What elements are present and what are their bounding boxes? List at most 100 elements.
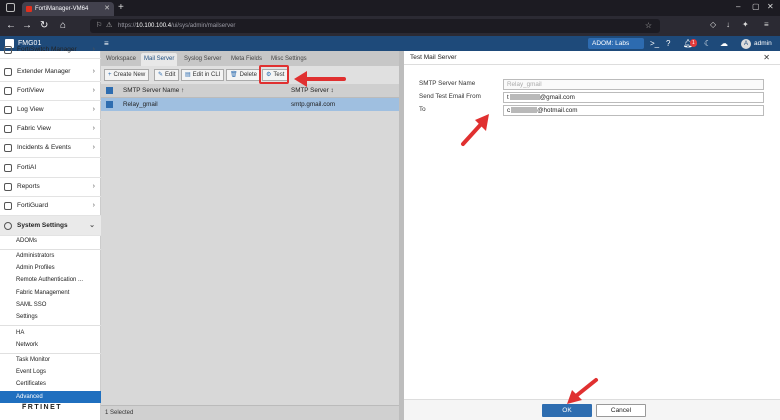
forward-icon[interactable]: →	[22, 19, 32, 33]
delete-button[interactable]: 🗑︎ Delete	[226, 69, 261, 81]
url-text: https://10.100.100.4/ui/sys/admin/mailse…	[118, 23, 236, 29]
column-smtp-server-name[interactable]: SMTP Server Name ↑	[123, 84, 184, 98]
log-view-icon	[4, 106, 12, 114]
sidebar-item-label: Fabric View	[17, 125, 51, 132]
sort-icon: ↕	[330, 87, 334, 94]
sidebar-item-fortiai[interactable]: FortiAI	[0, 158, 101, 178]
sidebar-subitem-ha[interactable]: HA	[0, 327, 101, 339]
plus-icon: +	[108, 72, 112, 78]
cancel-button[interactable]: Cancel	[596, 404, 646, 417]
help-icon[interactable]: ?	[666, 36, 670, 51]
browser-tabs-icon[interactable]	[6, 3, 15, 12]
bookmark-star-icon[interactable]: ☆	[645, 19, 652, 33]
fortinet-logo: F̅RTINET	[22, 404, 63, 411]
pocket-icon[interactable]: ◇	[710, 20, 716, 29]
tab-meta-fields[interactable]: Meta Fields	[228, 53, 265, 66]
sidebar-subitem-administrators[interactable]: Administrators	[0, 250, 101, 262]
minimize-icon[interactable]: –	[736, 2, 740, 11]
home-icon[interactable]: ⌂	[60, 19, 66, 33]
tab-mail-server[interactable]: Mail Server	[141, 53, 178, 66]
chevron-right-icon: ›	[92, 68, 95, 75]
extensions-icon[interactable]: ✦	[742, 20, 749, 29]
trash-icon: 🗑︎	[230, 72, 238, 78]
edit-button[interactable]: ✎ Edit	[154, 69, 180, 81]
cli-icon: ▤	[185, 72, 191, 78]
browser-tab-title: FortiManager-VM64	[35, 6, 89, 12]
sidebar-subitem-event-logs[interactable]: Event Logs	[0, 366, 101, 378]
cli-console-icon[interactable]: >_	[650, 36, 659, 51]
sidebar-item-fabric-view[interactable]: Fabric View ›	[0, 119, 101, 139]
row-checkbox[interactable]	[106, 101, 113, 108]
sidebar-item-label: Log View	[17, 106, 44, 113]
redacted-text	[509, 94, 540, 101]
forticloud-icon[interactable]: ☁	[720, 36, 728, 51]
edit-in-cli-button[interactable]: ▤ Edit in CLI	[181, 69, 225, 81]
sidebar-subitem-network[interactable]: Network	[0, 339, 101, 351]
browser-tab[interactable]: FortiManager-VM64 ✕	[22, 2, 114, 16]
sidebar-item-fortiswitch-manager[interactable]: FortiSwitch Manager ›	[0, 45, 101, 59]
sidebar-subitem-settings[interactable]: Settings	[0, 311, 101, 323]
sidebar-item-incidents-events[interactable]: Incidents & Events ›	[0, 138, 101, 158]
table-row[interactable]: Relay_gmail smtp.gmail.com	[101, 98, 401, 111]
sidebar-item-fortiview[interactable]: FortiView ›	[0, 81, 101, 101]
app-header: FMG01 ≡ ADOM: Labs >_ ? 🔔︎ 1 ☾ ☁ A admin	[0, 36, 780, 51]
adom-selector[interactable]: ADOM: Labs	[588, 38, 644, 49]
window-close-icon[interactable]: ✕	[767, 2, 774, 11]
sidebar-item-extender-manager[interactable]: Extender Manager ›	[0, 62, 101, 82]
dialog-title-text: Test Mail Server	[410, 54, 457, 61]
reports-icon	[4, 183, 12, 191]
settings-tab-bar: Workspace Mail Server Syslog Server Meta…	[101, 51, 401, 66]
create-new-button[interactable]: + Create New	[104, 69, 150, 81]
sort-ascending-icon: ↑	[180, 87, 185, 94]
sidebar-subitem-task-monitor[interactable]: Task Monitor	[0, 354, 101, 366]
lock-warning-icon[interactable]: ⚠	[106, 19, 112, 33]
to-email-field[interactable]: c @hotmail.com	[503, 105, 764, 116]
to-label: To	[419, 106, 426, 113]
user-menu[interactable]: admin	[754, 36, 772, 51]
sidebar-item-label: Incidents & Events	[17, 144, 71, 151]
sidebar-subitem-adoms[interactable]: ADOMs	[0, 235, 101, 247]
test-mail-server-dialog: Test Mail Server ✕ SMTP Server Name Rela…	[404, 51, 780, 420]
theme-icon[interactable]: ☾	[704, 36, 711, 51]
column-label: SMTP Server	[291, 87, 329, 94]
delete-label: Delete	[239, 72, 257, 78]
dialog-title: Test Mail Server ✕	[404, 51, 780, 65]
user-avatar[interactable]: A	[741, 39, 751, 49]
sidebar-subitem-advanced[interactable]: Advanced	[0, 391, 101, 403]
back-icon[interactable]: ←	[6, 19, 16, 33]
tracking-protection-icon[interactable]: ⚐	[96, 19, 102, 33]
send-from-email-field[interactable]: t @gmail.com	[503, 92, 764, 103]
close-icon[interactable]: ✕	[763, 51, 770, 65]
selection-status: 1 Selected	[101, 405, 401, 420]
mail-server-panel: Workspace Mail Server Syslog Server Meta…	[101, 51, 401, 420]
smtp-server-name-label: SMTP Server Name	[419, 80, 476, 87]
edit-icon: ✎	[158, 72, 164, 78]
ok-button[interactable]: OK	[542, 404, 592, 417]
sidebar-item-log-view[interactable]: Log View ›	[0, 100, 101, 120]
downloads-icon[interactable]: ↓	[726, 20, 730, 29]
reload-icon[interactable]: ↻	[40, 19, 48, 33]
edit-in-cli-label: Edit in CLI	[192, 72, 221, 78]
email-start-text: t	[507, 94, 509, 101]
cell-smtp-server: smtp.gmail.com	[291, 101, 336, 108]
tab-syslog-server[interactable]: Syslog Server	[181, 53, 224, 66]
select-all-checkbox[interactable]	[106, 87, 113, 94]
close-tab-icon[interactable]: ✕	[104, 2, 110, 16]
send-from-label: Send Test Email From	[419, 93, 481, 100]
fabric-view-icon	[4, 125, 12, 133]
new-tab-icon[interactable]: +	[118, 2, 124, 14]
sidebar-subitem-certificates[interactable]: Certificates	[0, 378, 101, 390]
column-smtp-server[interactable]: SMTP Server ↕	[291, 84, 334, 98]
sidebar-subitem-saml-sso[interactable]: SAML SSO	[0, 299, 101, 311]
sidebar-item-fortiguard[interactable]: FortiGuard ›	[0, 196, 101, 216]
maximize-icon[interactable]: ▢	[752, 2, 760, 11]
sidebar-subitem-fabric-management[interactable]: Fabric Management	[0, 287, 101, 299]
sidebar-subitem-admin-profiles[interactable]: Admin Profiles	[0, 262, 101, 274]
sidebar-subitem-remote-authentication[interactable]: Remote Authentication ...	[0, 274, 101, 286]
sidebar-item-system-settings[interactable]: System Settings ⌄	[0, 216, 101, 236]
hamburger-menu-icon[interactable]: ≡	[104, 36, 109, 51]
app-menu-icon[interactable]: ≡	[764, 20, 769, 29]
address-bar[interactable]: ⚐ ⚠ https://10.100.100.4/ui/sys/admin/ma…	[90, 19, 660, 33]
tab-workspace[interactable]: Workspace	[103, 53, 139, 66]
sidebar-item-reports[interactable]: Reports ›	[0, 177, 101, 197]
